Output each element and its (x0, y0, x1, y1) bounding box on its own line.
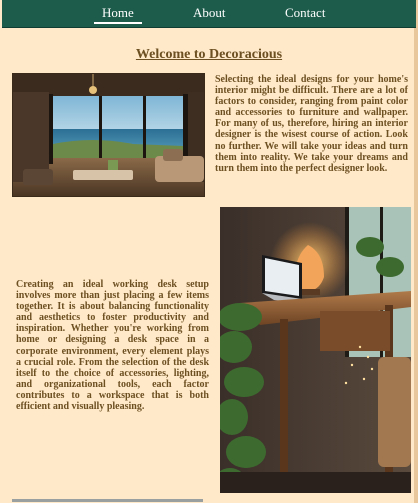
partial-image-edge (12, 499, 203, 502)
nav-about-link[interactable]: About (193, 5, 226, 20)
desk-paragraph: Creating an ideal working desk setup inv… (16, 279, 209, 413)
top-navbar: Home About Contact (2, 0, 416, 28)
living-room-image (12, 73, 205, 197)
page-title: Welcome to Decoracious (135, 47, 283, 62)
nav-contact-link[interactable]: Contact (285, 5, 325, 20)
nav-home-link[interactable]: Home (102, 5, 134, 20)
intro-paragraph: Selecting the ideal designs for your hom… (215, 74, 408, 174)
nav-active-indicator (94, 22, 142, 24)
desk-image (220, 207, 411, 493)
